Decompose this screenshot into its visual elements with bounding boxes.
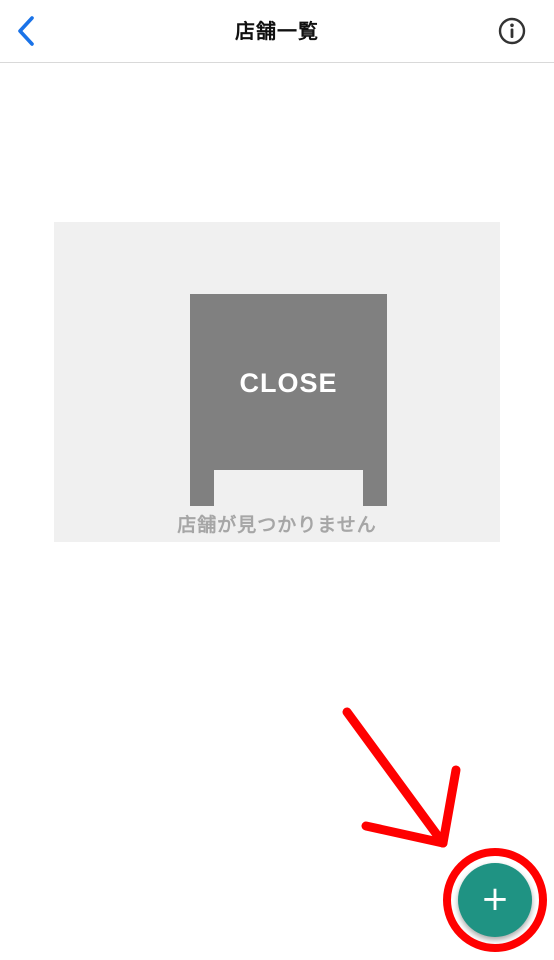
info-circle-icon (498, 17, 526, 45)
close-sign-text: CLOSE (239, 368, 337, 398)
plus-icon: + (480, 879, 510, 919)
closed-sign-icon: CLOSE (190, 294, 387, 506)
empty-message: 店舗が見つかりません (177, 514, 377, 536)
store-list-screen: 店舗一覧 CLOSE 店舗が見つかりません + (0, 0, 554, 960)
page-title: 店舗一覧 (235, 19, 319, 43)
navigation-bar: 店舗一覧 (0, 0, 554, 63)
empty-state: CLOSE 店舗が見つかりません (54, 222, 500, 542)
info-button[interactable] (498, 17, 526, 45)
add-store-button[interactable]: + (458, 863, 532, 937)
